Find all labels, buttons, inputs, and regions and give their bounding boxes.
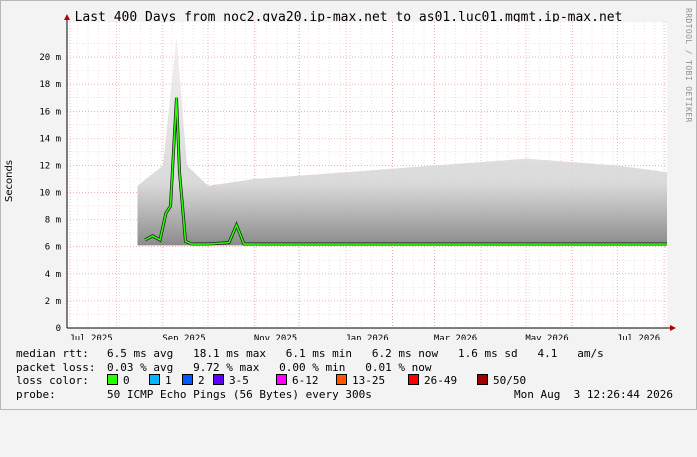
x-tick-label: Jul 2025 bbox=[69, 334, 112, 340]
chart-svg: 0 2 m 4 m 6 m 8 m 10 m 12 m 14 m 16 m 18 m 20 m Jul… bbox=[39, 14, 676, 340]
legend-packet-loss-row: packet loss: 0.03 % avg 9.72 % max 0.00 … bbox=[16, 361, 686, 375]
loss-color-swatch bbox=[182, 374, 193, 386]
loss-color-label-item: 0 bbox=[123, 374, 130, 388]
packet-loss-values: 0.03 % avg 9.72 % max 0.00 % min 0.01 % … bbox=[107, 360, 432, 374]
timestamp: Mon Aug 3 12:26:44 2026 bbox=[514, 388, 673, 402]
loss-color-label-item: 13-25 bbox=[352, 374, 386, 388]
x-axis-arrow bbox=[670, 325, 676, 331]
y-tick-label: 10 m bbox=[39, 189, 61, 199]
loss-color-label-item: 50/50 bbox=[493, 374, 527, 388]
packet-loss-label: packet loss: bbox=[16, 360, 96, 374]
y-tick-label: 4 m bbox=[45, 270, 61, 280]
legend: median rtt: 6.5 ms avg 18.1 ms max 6.1 m… bbox=[16, 347, 686, 402]
x-tick-label: Jul 2026 bbox=[617, 334, 660, 340]
y-tick-label: 6 m bbox=[45, 243, 61, 253]
loss-color-label-item: 2 bbox=[198, 374, 205, 388]
loss-color-label-item: 3-5 bbox=[229, 374, 249, 388]
loss-color-label-item: 1 bbox=[165, 374, 172, 388]
y-tick-label: 8 m bbox=[45, 216, 61, 226]
loss-color-swatch bbox=[477, 374, 488, 386]
legend-loss-color-row: loss color: 0 1 2 3-5 6-12 13-25 26-49 50/50 bbox=[16, 374, 686, 388]
x-tick-label: Nov 2025 bbox=[254, 334, 297, 340]
legend-probe-row: probe: 50 ICMP Echo Pings (56 Bytes) eve… bbox=[16, 388, 686, 402]
legend-median-row: median rtt: 6.5 ms avg 18.1 ms max 6.1 m… bbox=[16, 347, 686, 361]
loss-color-swatch bbox=[276, 374, 287, 386]
median-rtt-label: median rtt: bbox=[16, 347, 89, 360]
y-tick-label: 18 m bbox=[39, 80, 61, 90]
y-tick-label: 12 m bbox=[39, 161, 61, 171]
loss-color-label-item: 6-12 bbox=[292, 374, 319, 388]
probe-value: 50 ICMP Echo Pings (56 Bytes) every 300s bbox=[107, 388, 372, 402]
y-tick-label: 2 m bbox=[45, 297, 61, 307]
y-tick-label: 20 m bbox=[39, 53, 61, 63]
loss-color-label-item: 26-49 bbox=[424, 374, 458, 388]
median-rtt-values: 6.5 ms avg 18.1 ms max 6.1 ms min 6.2 ms… bbox=[107, 347, 604, 360]
loss-color-swatch bbox=[107, 374, 118, 386]
y-axis-arrow bbox=[64, 14, 70, 20]
x-tick-label: May 2026 bbox=[525, 334, 568, 340]
loss-color-swatch bbox=[213, 374, 224, 386]
y-tick-label: 0 bbox=[56, 324, 61, 334]
loss-color-swatch bbox=[408, 374, 419, 386]
loss-color-swatch bbox=[149, 374, 160, 386]
x-tick-label: Mar 2026 bbox=[434, 334, 477, 340]
x-tick-label: Jan 2026 bbox=[345, 334, 388, 340]
probe-label: probe: bbox=[16, 388, 56, 402]
loss-color-swatch bbox=[336, 374, 347, 386]
x-tick-label: Sep 2025 bbox=[162, 334, 205, 340]
loss-color-label: loss color: bbox=[16, 374, 89, 388]
y-tick-label: 16 m bbox=[39, 107, 61, 117]
y-tick-label: 14 m bbox=[39, 134, 61, 144]
